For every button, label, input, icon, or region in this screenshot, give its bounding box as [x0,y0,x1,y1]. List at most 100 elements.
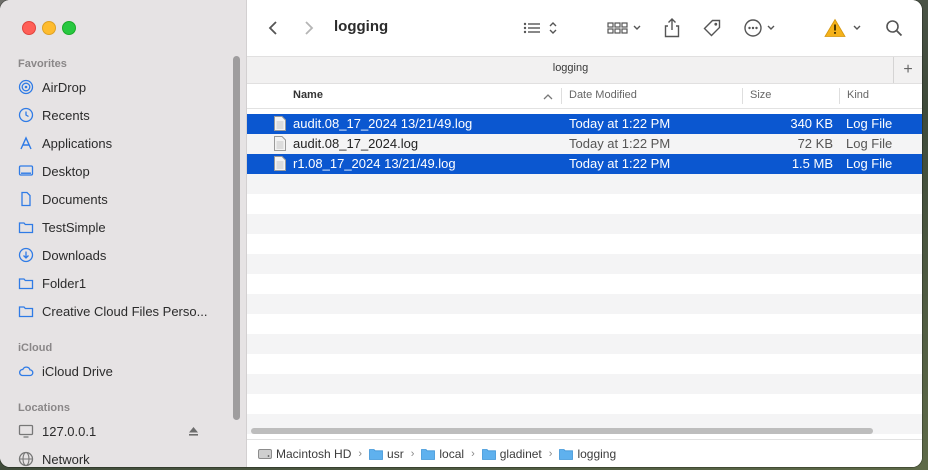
log-file-icon [274,116,286,131]
locations-section-label: Locations [18,402,70,414]
list-view-icon [523,22,557,34]
desktop-icon [18,163,34,179]
column-header-name[interactable]: Name [293,89,323,101]
path-item-label: Macintosh HD [276,447,352,461]
sidebar-item-icloud-drive[interactable]: iCloud Drive [18,360,233,382]
sidebar-item-label: Recents [42,107,90,123]
file-kind: Log File [846,116,893,131]
table-row[interactable]: r1.08_17_2024 13/21/49.log Today at 1:22… [247,154,922,174]
sidebar-item-label: Documents [42,191,108,207]
column-header-size[interactable]: Size [750,89,771,101]
column-divider[interactable] [561,88,562,104]
warning-button[interactable] [823,16,865,40]
action-menu-button[interactable] [743,16,779,40]
grid-icon [607,22,641,34]
tag-icon [703,19,721,37]
sidebar-item-folder1[interactable]: Folder1 [18,272,233,294]
file-kind: Log File [846,156,893,171]
file-kind: Log File [846,136,893,151]
icloud-section-label: iCloud [18,342,53,354]
empty-row [247,254,922,274]
window-title: logging [334,18,389,35]
chevron-right-icon: › [471,448,475,460]
sidebar-item-recents[interactable]: Recents [18,104,233,126]
eject-icon[interactable] [188,425,199,440]
folder-icon [559,448,574,460]
file-date: Today at 1:22 PM [569,116,671,131]
path-item-gladinet[interactable]: gladinet [481,447,542,461]
forward-button[interactable] [299,16,319,40]
search-button[interactable] [883,16,905,40]
empty-row [247,294,922,314]
group-button[interactable] [607,16,643,40]
new-tab-button[interactable]: + [893,57,922,83]
sidebar-item-label: Creative Cloud Files Perso... [42,303,208,319]
path-item-usr[interactable]: usr [369,447,404,461]
toolbar: logging [247,0,922,56]
table-row[interactable]: audit.08_17_2024 13/21/49.log Today at 1… [247,114,922,134]
sidebar-item-downloads[interactable]: Downloads [18,244,233,266]
path-item-local[interactable]: local [421,447,464,461]
document-icon [18,191,34,207]
applications-icon [18,135,34,151]
path-item-label: local [439,447,465,461]
file-name: audit.08_17_2024.log [293,136,419,151]
log-file-icon [274,136,286,151]
close-window-button[interactable] [22,21,36,35]
back-button[interactable] [263,16,283,40]
chevron-right-icon [305,21,314,35]
sidebar-item-label: 127.0.0.1 [42,423,97,439]
share-button[interactable] [662,16,682,40]
column-header-date[interactable]: Date Modified [569,89,637,101]
sidebar-item-desktop[interactable]: Desktop [18,160,233,182]
sidebar-item-creative-cloud[interactable]: Creative Cloud Files Perso... [18,300,233,322]
horizontal-scrollbar[interactable] [251,428,873,434]
favorites-section-label: Favorites [18,58,67,70]
empty-row [247,174,922,194]
tags-button[interactable] [700,16,724,40]
sidebar-item-localhost[interactable]: 127.0.0.1 [18,420,233,442]
path-item-label: logging [577,447,617,461]
monitor-icon [18,423,34,439]
file-size: 72 KB [797,136,833,151]
column-header-kind[interactable]: Kind [847,89,869,101]
sidebar-scrollbar[interactable] [233,56,240,420]
sort-ascending-icon[interactable] [543,93,553,100]
chevron-left-icon [268,21,277,35]
network-icon [18,451,34,467]
empty-row [247,214,922,234]
sidebar-item-testsimple[interactable]: TestSimple [18,216,233,238]
download-icon [18,247,34,263]
sidebar-item-label: TestSimple [42,219,106,235]
empty-row [247,374,922,394]
sidebar-item-airdrop[interactable]: AirDrop [18,76,233,98]
file-size: 340 KB [790,116,833,131]
file-date: Today at 1:22 PM [569,136,671,151]
sidebar-item-network[interactable]: Network [18,448,233,467]
empty-row [247,334,922,354]
sidebar-item-label: Applications [42,135,113,151]
path-item-logging[interactable]: logging [559,447,616,461]
path-item-macintosh-hd[interactable]: Macintosh HD [258,447,351,461]
sidebar-item-label: Downloads [42,247,107,263]
minimize-window-button[interactable] [42,21,56,35]
table-row[interactable]: audit.08_17_2024.log Today at 1:22 PM 72… [247,134,922,154]
sidebar-item-label: Folder1 [42,275,87,291]
view-options-button[interactable] [522,16,562,40]
folder-icon [18,303,34,319]
folder-icon [18,219,34,235]
hard-drive-icon [258,448,272,460]
file-name: audit.08_17_2024 13/21/49.log [293,116,473,131]
sidebar-item-applications[interactable]: Applications [18,132,233,154]
column-divider[interactable] [839,88,840,104]
log-file-icon [274,156,286,171]
sidebar-item-label: Desktop [42,163,90,179]
column-divider[interactable] [742,88,743,104]
folder-tab-bar: logging + [247,56,922,84]
sidebar-item-documents[interactable]: Documents [18,188,233,210]
column-header-row: Name Date Modified Size Kind [247,84,922,109]
zoom-window-button[interactable] [62,21,76,35]
folder-tab[interactable]: logging [247,62,894,74]
path-item-label: gladinet [499,447,542,461]
folder-icon [18,275,34,291]
